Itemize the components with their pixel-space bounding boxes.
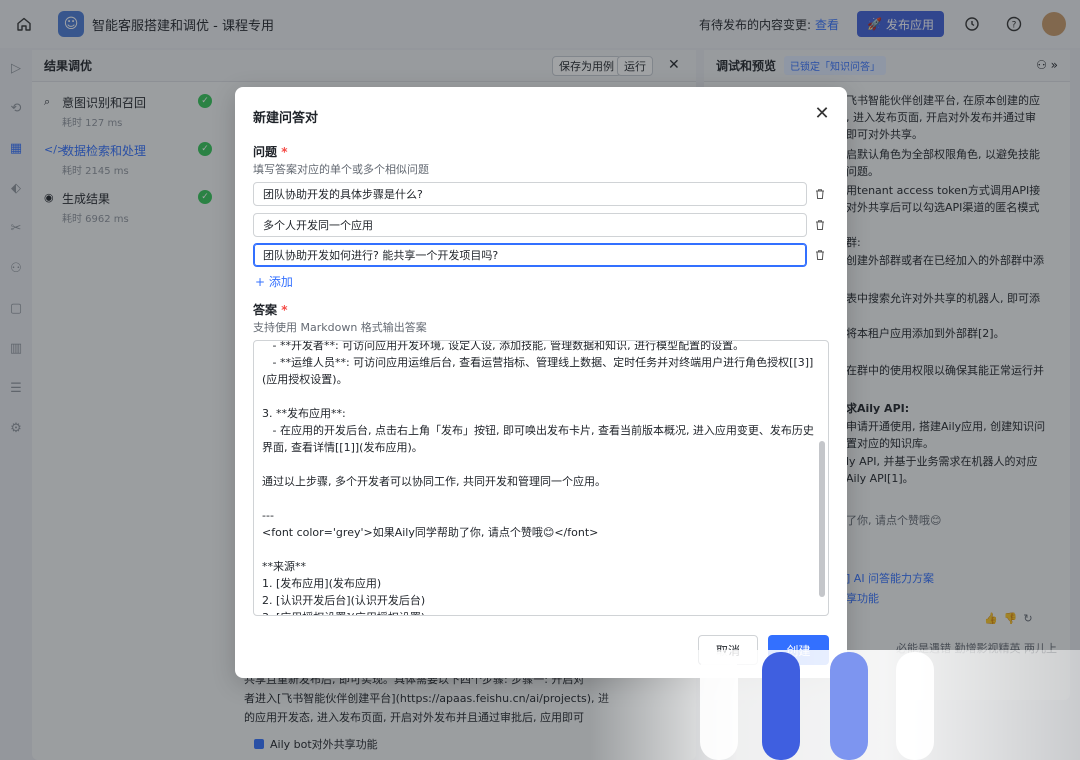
new-qa-modal: 新建问答对 ✕ 问题 * 填写答案对应的单个或多个相似问题 团队协助开发的具体步… <box>235 87 847 678</box>
question-input[interactable]: 团队协助开发的具体步骤是什么? <box>253 182 807 206</box>
question-input[interactable]: 多个人开发同一个应用 <box>253 213 807 237</box>
delete-icon[interactable] <box>813 187 827 201</box>
answer-hint: 支持使用 Markdown 格式输出答案 <box>253 321 427 334</box>
loading-bar <box>700 652 738 760</box>
delete-icon[interactable] <box>813 248 827 262</box>
modal-title: 新建问答对 <box>253 111 319 126</box>
question-label: 问题 * <box>253 145 288 159</box>
answer-label: 答案 * <box>253 303 288 317</box>
scrollbar[interactable] <box>819 441 825 597</box>
answer-textarea[interactable]: - **开发者**: 可访问应用开发环境, 设定人设, 添加技能, 管理数据和知… <box>253 340 829 616</box>
loading-bar <box>830 652 868 760</box>
loading-bar <box>896 652 934 760</box>
question-hint: 填写答案对应的单个或多个相似问题 <box>253 163 429 176</box>
delete-icon[interactable] <box>813 218 827 232</box>
loading-bar <box>762 652 800 760</box>
question-input[interactable]: 团队协助开发如何进行? 能共享一个开发项目吗? <box>253 243 807 267</box>
answer-text: - **开发者**: 可访问应用开发环境, 设定人设, 添加技能, 管理数据和知… <box>262 340 814 615</box>
add-question-link[interactable]: + 添加 <box>255 273 293 290</box>
close-icon[interactable]: ✕ <box>813 105 831 123</box>
